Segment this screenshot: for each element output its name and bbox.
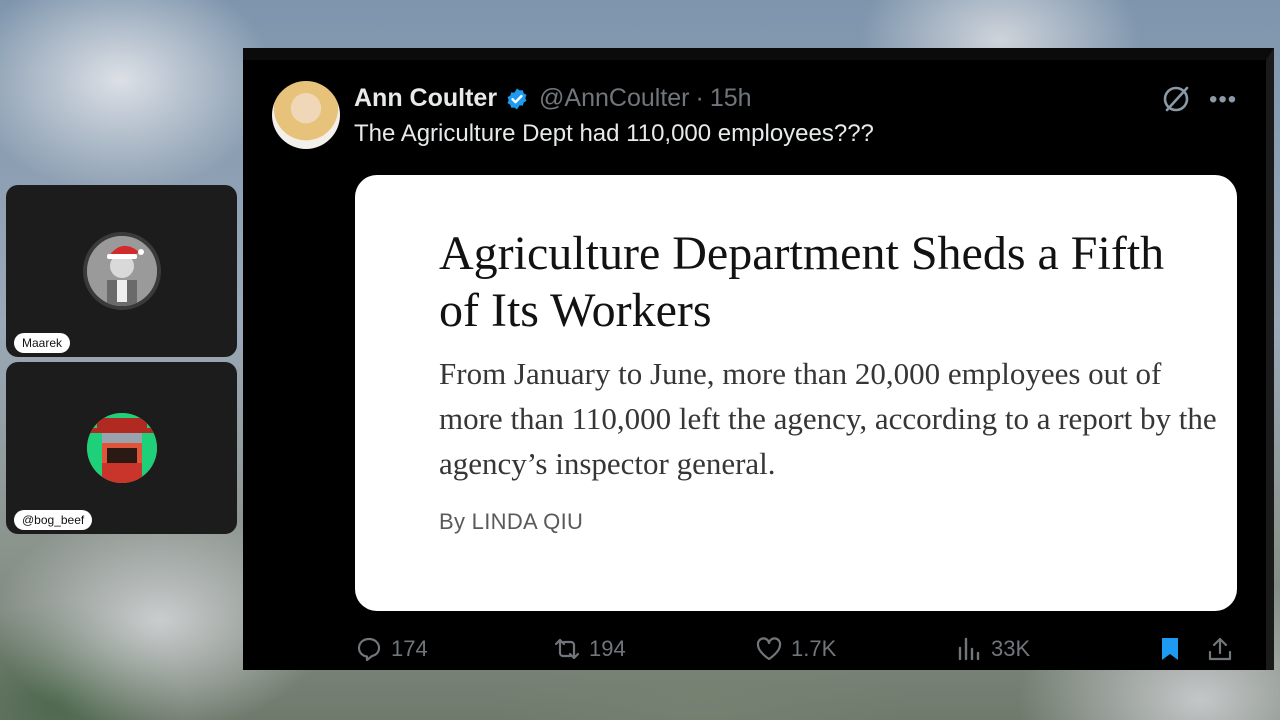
share-button[interactable] (1206, 635, 1234, 663)
repost-button[interactable]: 194 (553, 635, 626, 663)
views-count: 33K (991, 636, 1031, 661)
participant-tile-maarek[interactable]: Maarek (6, 185, 237, 357)
tweet-panel: Ann Coulter @AnnCoulter · 15h ••• The Ag… (243, 48, 1274, 670)
article-summary: From January to June, more than 20,000 e… (439, 356, 1217, 481)
share-icon (1208, 637, 1232, 661)
bookmark-icon (1162, 638, 1178, 660)
more-options-icon[interactable]: ••• (1209, 88, 1236, 112)
bookmark-button[interactable] (1156, 635, 1184, 663)
heart-icon (756, 637, 782, 661)
tweet-header: Ann Coulter @AnnCoulter · 15h (354, 84, 752, 113)
pixel-cowboy-avatar-icon (86, 413, 157, 483)
tweet-timestamp[interactable]: 15h (710, 84, 752, 113)
participant-tile-bog-beef[interactable]: @bog_beef (6, 362, 237, 534)
reply-button[interactable]: 174 (355, 635, 428, 663)
author-name[interactable]: Ann Coulter (354, 84, 497, 113)
article-headline: Agriculture Department Sheds a Fifth of … (439, 227, 1165, 337)
views-button[interactable]: 33K (955, 635, 1030, 663)
tweet-text: The Agriculture Dept had 110,000 employe… (354, 120, 874, 147)
article-byline: By LINDA QIU (439, 509, 584, 534)
reply-icon (357, 637, 381, 662)
views-chart-icon (958, 637, 980, 661)
repost-count: 194 (589, 636, 626, 661)
participant-name-tag: Maarek (14, 333, 71, 353)
header-separator: · (695, 84, 704, 112)
participant-name-tag: @bog_beef (14, 510, 93, 530)
reply-count: 174 (391, 636, 428, 661)
repost-icon (554, 638, 580, 660)
like-count: 1.7K (791, 636, 837, 661)
verified-badge-icon (507, 88, 527, 109)
grok-icon[interactable] (1161, 84, 1191, 114)
santa-hat-avatar-icon (82, 232, 161, 310)
author-handle[interactable]: @AnnCoulter (539, 84, 689, 113)
author-avatar[interactable] (272, 81, 340, 149)
like-button[interactable]: 1.7K (755, 635, 836, 663)
article-card[interactable]: Agriculture Department Sheds a Fifth of … (355, 175, 1237, 611)
